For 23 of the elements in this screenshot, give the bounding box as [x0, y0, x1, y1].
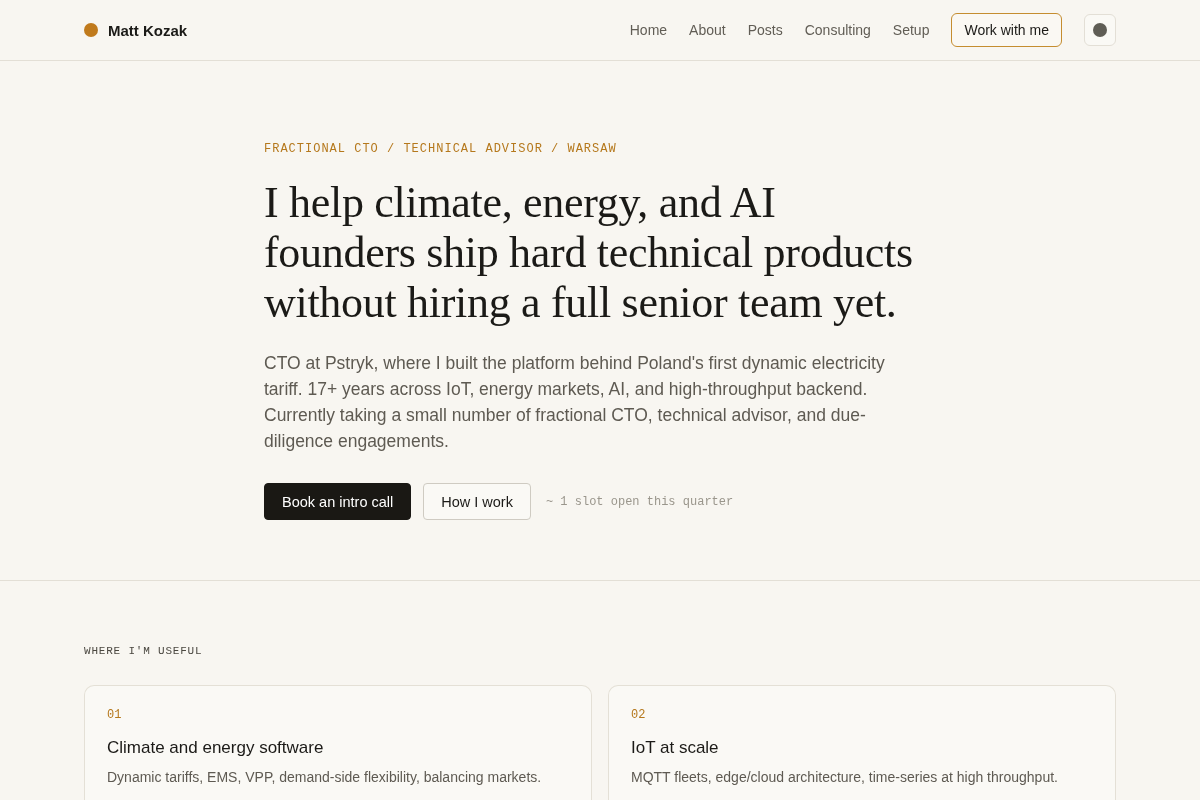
section-heading: WHERE I'M USEFUL: [84, 644, 204, 658]
eyebrow-text: FRACTIONAL CTO / TECHNICAL ADVISOR / WARSAW: [264, 141, 618, 157]
card-title: IoT at scale: [631, 737, 719, 759]
nav-link[interactable]: Consulting: [804, 22, 871, 38]
card-number: 02: [631, 707, 646, 723]
card-number: 01: [107, 707, 122, 723]
card-description: MQTT fleets, edge/cloud architecture, time-series at high throughput.: [631, 768, 1058, 787]
nav-link[interactable]: Home: [629, 22, 668, 38]
brand-link[interactable]: Matt Kozak: [84, 21, 188, 39]
brand-dot-icon: [84, 23, 98, 37]
card-title: Climate and energy software: [107, 737, 324, 759]
how-i-work-button[interactable]: How I work: [423, 483, 531, 520]
availability-note: ~ 1 slot open this quarter: [545, 494, 734, 509]
hero-headline: I help climate, energy, and AI founders ship hard technical products without hiring a full senior team yet.: [264, 178, 914, 328]
work-with-me-button[interactable]: Work with me: [951, 13, 1062, 47]
nav-link[interactable]: Setup: [892, 22, 930, 38]
card-description: Dynamic tariffs, EMS, VPP, demand-side flexibility, balancing markets.: [107, 768, 542, 787]
hero-intro: CTO at Pstryk, where I built the platform behind Poland's first dynamic electricity tariff. 17+ years across IoT, energy markets, AI, and high-throughput backend. Currently taking a small number of fractional CTO, technical advisor, and due-diligence engagements.: [264, 352, 886, 453]
theme-toggle-button[interactable]: [1084, 14, 1116, 46]
circle-icon: [1093, 23, 1107, 37]
nav-link[interactable]: About: [689, 22, 726, 38]
book-call-button[interactable]: Book an intro call: [264, 483, 412, 520]
nav-link[interactable]: Posts: [747, 22, 783, 38]
